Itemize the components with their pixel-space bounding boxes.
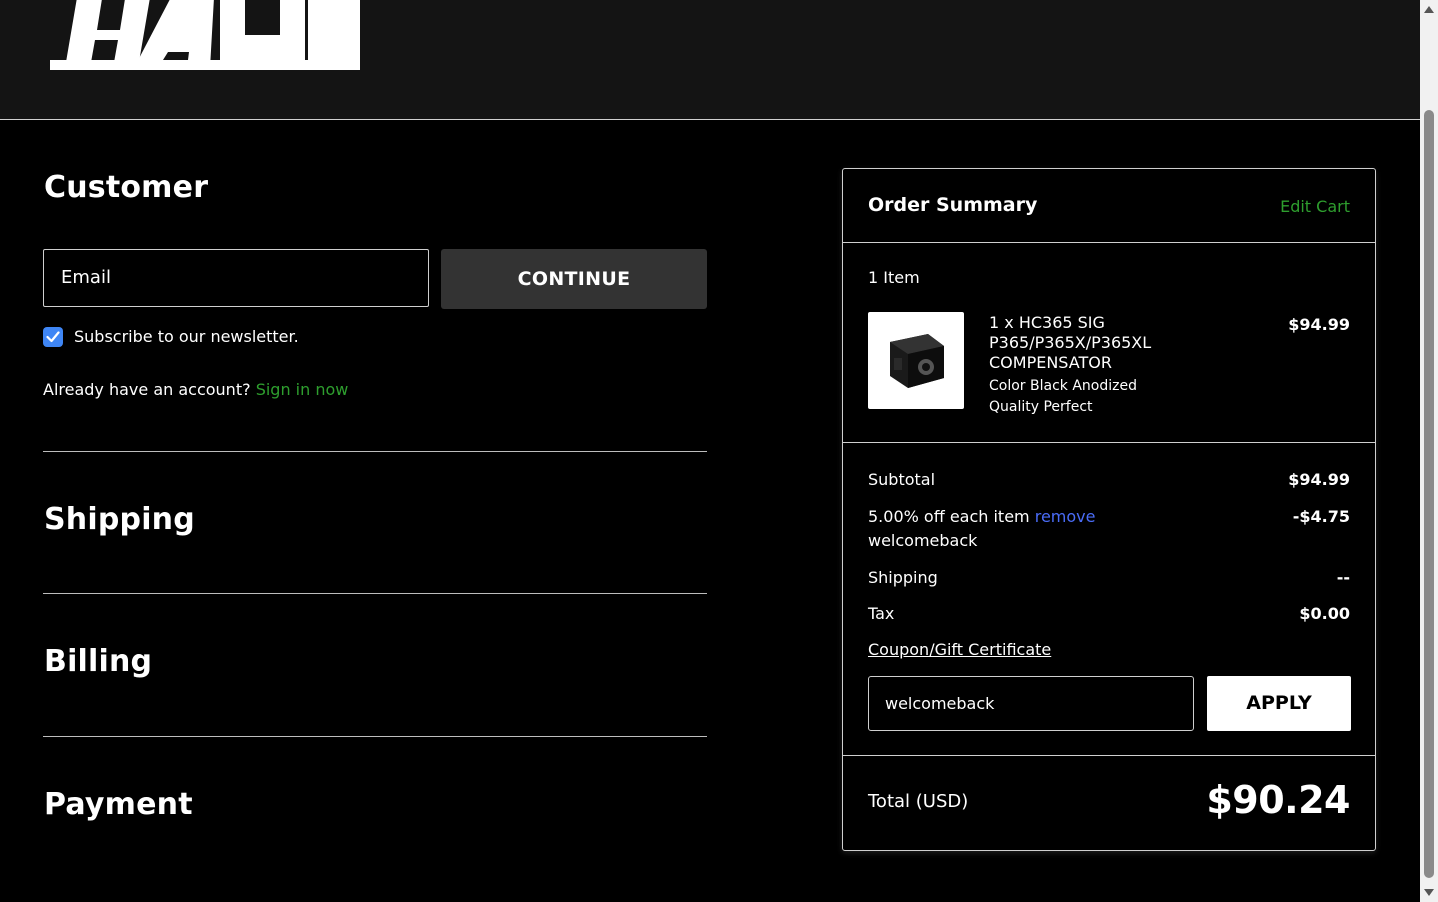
sign-in-link[interactable]: Sign in now — [256, 380, 349, 399]
product-option-color: Color Black Anodized — [989, 378, 1137, 394]
product-name: 1 x HC365 SIG P365/P365X/P365XL COMPENSA… — [989, 313, 1152, 372]
order-summary-title: Order Summary — [868, 194, 1038, 216]
shipping-value: -- — [1336, 568, 1350, 587]
site-header — [0, 0, 1420, 120]
product-price: $94.99 — [1288, 315, 1350, 334]
tax-label: Tax — [868, 604, 895, 623]
discount-label: 5.00% off each item — [868, 507, 1030, 526]
checkmark-icon — [46, 331, 60, 343]
account-prompt-text: Already have an account? — [43, 380, 251, 399]
discount-value: -$4.75 — [1292, 507, 1350, 526]
account-prompt: Already have an account? Sign in now — [43, 380, 348, 400]
tax-value: $0.00 — [1299, 604, 1350, 623]
shipping-heading[interactable]: Shipping — [44, 502, 195, 537]
coupon-gift-certificate-link[interactable]: Coupon/Gift Certificate — [868, 640, 1051, 659]
section-divider — [43, 451, 707, 452]
discount-row: 5.00% off each item remove — [868, 507, 1096, 527]
order-summary-panel: Order Summary Edit Cart 1 Item 1 x HC365… — [842, 168, 1376, 851]
payment-heading[interactable]: Payment — [44, 787, 193, 822]
section-divider — [43, 736, 707, 737]
summary-divider — [843, 755, 1375, 756]
apply-coupon-button[interactable]: APPLY — [1207, 676, 1351, 731]
billing-heading[interactable]: Billing — [44, 644, 152, 679]
newsletter-checkbox[interactable] — [43, 327, 63, 347]
discount-code: welcomeback — [868, 531, 978, 550]
total-label: Total (USD) — [868, 791, 969, 812]
page-scrollbar[interactable] — [1420, 0, 1438, 902]
scroll-thumb[interactable] — [1424, 110, 1434, 878]
coupon-input[interactable]: welcomeback — [868, 676, 1194, 731]
subtotal-value: $94.99 — [1288, 470, 1350, 489]
edit-cart-link[interactable]: Edit Cart — [1280, 197, 1350, 216]
brand-logo[interactable] — [50, 0, 370, 75]
product-option-quality: Quality Perfect — [989, 399, 1093, 415]
total-value: $90.24 — [1206, 778, 1350, 822]
newsletter-label: Subscribe to our newsletter. — [74, 327, 299, 346]
subtotal-label: Subtotal — [868, 470, 936, 489]
summary-divider — [843, 242, 1375, 243]
remove-discount-link[interactable]: remove — [1035, 507, 1096, 526]
customer-heading: Customer — [44, 170, 209, 205]
product-image — [868, 312, 964, 409]
email-field[interactable]: Email — [43, 249, 429, 307]
section-divider — [43, 593, 707, 594]
continue-button[interactable]: CONTINUE — [441, 249, 707, 309]
summary-divider — [843, 442, 1375, 443]
scroll-up-arrow-icon[interactable] — [1424, 6, 1434, 13]
shipping-label: Shipping — [868, 568, 938, 587]
items-count: 1 Item — [868, 268, 920, 287]
scroll-down-arrow-icon[interactable] — [1424, 889, 1434, 896]
compensator-icon — [890, 334, 944, 388]
